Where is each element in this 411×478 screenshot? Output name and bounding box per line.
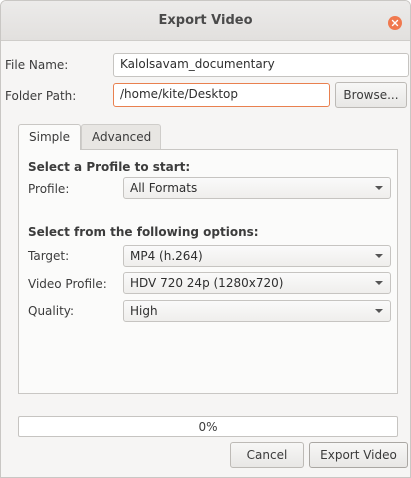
- video-profile-select-value: HDV 720 24p (1280x720): [130, 276, 284, 290]
- progress-text: 0%: [198, 420, 218, 434]
- tab-simple[interactable]: Simple: [18, 124, 81, 150]
- export-video-dialog: Export Video File Name: Kalolsavam_docum…: [0, 0, 411, 478]
- profile-select-value: All Formats: [130, 181, 198, 195]
- file-name-input[interactable]: Kalolsavam_documentary: [113, 53, 409, 77]
- video-profile-label: Video Profile:: [28, 277, 107, 291]
- chevron-down-icon: [375, 281, 383, 285]
- quality-label: Quality:: [28, 304, 75, 318]
- chevron-down-icon: [375, 254, 383, 258]
- folder-path-label: Folder Path:: [5, 89, 77, 103]
- file-name-label: File Name:: [5, 58, 69, 72]
- folder-path-input[interactable]: /home/kite/Desktop: [113, 83, 330, 107]
- close-icon: [391, 19, 399, 27]
- target-select-value: MP4 (h.264): [130, 249, 203, 263]
- tab-advanced[interactable]: Advanced: [81, 124, 161, 150]
- simple-tab-panel: Select a Profile to start: Profile: All …: [18, 149, 398, 394]
- video-profile-select[interactable]: HDV 720 24p (1280x720): [123, 272, 391, 294]
- export-progress-bar: 0%: [18, 416, 398, 437]
- window-title: Export Video: [158, 13, 253, 28]
- export-video-button[interactable]: Export Video: [309, 442, 408, 468]
- quality-select[interactable]: High: [123, 300, 391, 322]
- cancel-button[interactable]: Cancel: [230, 442, 304, 468]
- quality-select-value: High: [130, 304, 158, 318]
- target-select[interactable]: MP4 (h.264): [123, 245, 391, 267]
- browse-button[interactable]: Browse...: [335, 82, 407, 108]
- options-section-title: Select from the following options:: [28, 225, 259, 239]
- target-label: Target:: [28, 249, 70, 263]
- chevron-down-icon: [375, 186, 383, 190]
- close-button[interactable]: [388, 16, 402, 30]
- profile-label: Profile:: [28, 182, 70, 196]
- profile-section-title: Select a Profile to start:: [28, 160, 191, 174]
- chevron-down-icon: [375, 309, 383, 313]
- title-bar: Export Video: [1, 1, 410, 41]
- profile-select[interactable]: All Formats: [123, 177, 391, 199]
